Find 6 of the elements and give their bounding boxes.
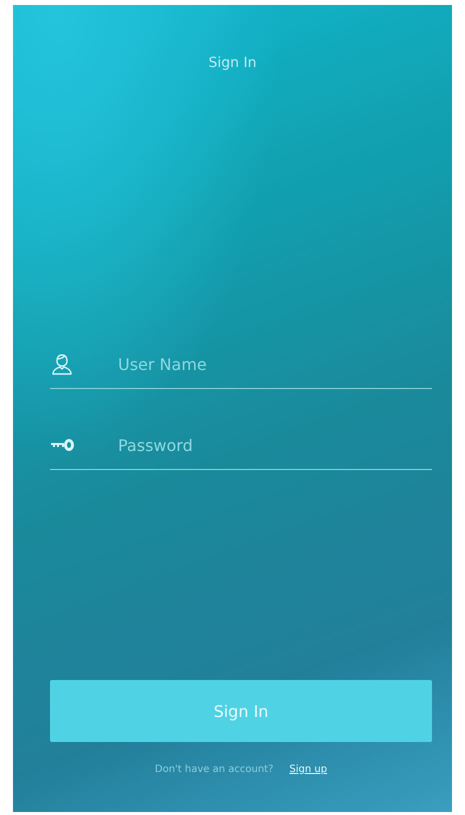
sign-up-link[interactable]: Sign up bbox=[289, 764, 328, 775]
user-icon bbox=[50, 352, 74, 376]
input-field[interactable]: Password bbox=[118, 436, 432, 454]
account-prompt: Don't have an account? bbox=[154, 764, 274, 775]
screen-title: Sign In bbox=[208, 55, 258, 71]
input-field[interactable]: User Name bbox=[118, 354, 432, 374]
